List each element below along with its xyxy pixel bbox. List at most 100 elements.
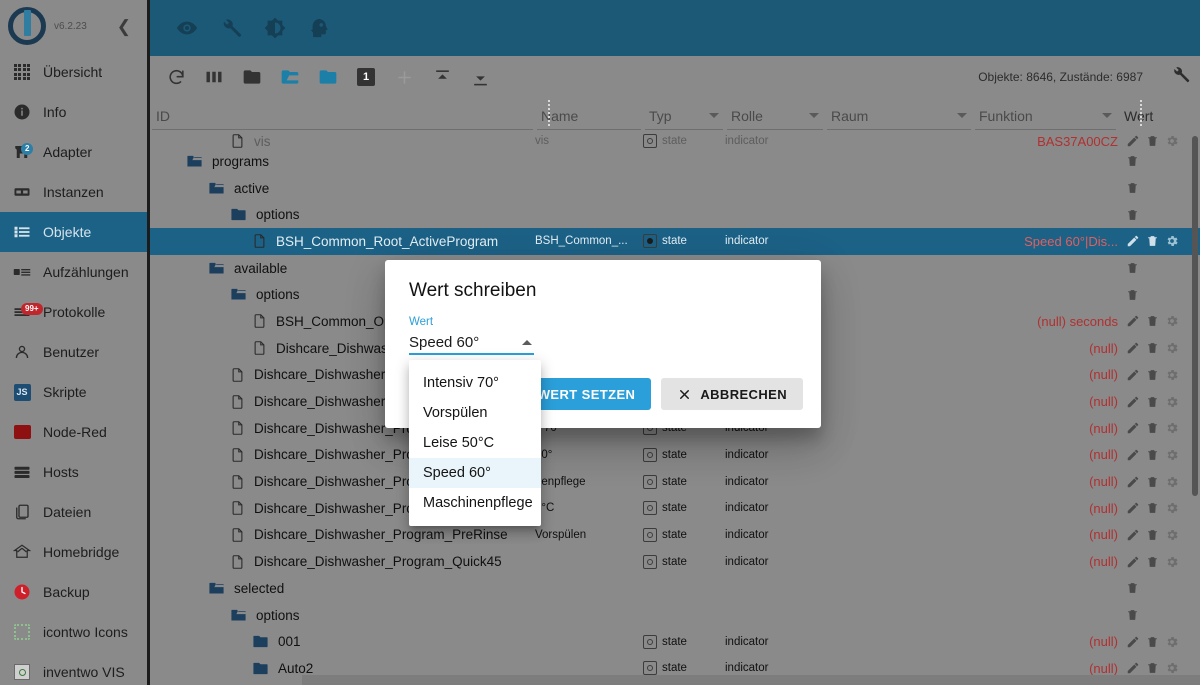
edit-icon[interactable] [1126,555,1140,569]
settings-icon[interactable] [1165,661,1179,675]
folder-closed-icon[interactable] [252,633,269,650]
settings-icon[interactable] [1165,134,1179,148]
table-row[interactable]: active [150,175,1200,202]
sidebar-item-protokolle[interactable]: 99+ Protokolle [0,292,147,332]
columns-icon[interactable] [202,65,226,89]
edit-icon[interactable] [1126,635,1140,649]
folder-closed-icon[interactable] [252,660,269,675]
settings-icon[interactable] [1165,234,1179,248]
column-separator[interactable] [1140,100,1142,126]
file-icon[interactable] [230,447,245,463]
delete-icon[interactable] [1126,181,1139,195]
chevron-down-icon[interactable] [709,113,719,118]
file-icon[interactable] [230,394,245,410]
edit-icon[interactable] [1126,341,1140,355]
edit-icon[interactable] [1126,448,1140,462]
sidebar-item-objekte[interactable]: Objekte [0,212,147,252]
sidebar-item-inventwo-vis[interactable]: inventwo VIS [0,652,147,685]
folder-open-icon[interactable] [230,607,247,624]
chevron-down-icon[interactable] [957,113,967,118]
file-icon[interactable] [230,554,245,570]
edit-icon[interactable] [1126,368,1140,382]
dropdown-option[interactable]: Speed 60° [409,458,541,488]
delete-icon[interactable] [1126,581,1139,595]
file-icon[interactable] [230,527,245,543]
column-header-wert[interactable]: Wert [1118,102,1188,130]
delete-icon[interactable] [1146,501,1159,515]
settings-icon[interactable] [1165,555,1179,569]
settings-icon[interactable] [1165,314,1179,328]
wrench-icon[interactable] [220,17,242,39]
sidebar-item-adapter[interactable]: 2 Adapter [0,132,147,172]
value-select[interactable]: Speed 60° [409,331,534,355]
edit-icon[interactable] [1126,314,1140,328]
horizontal-scrollbar[interactable] [302,675,1200,685]
expand-all-icon[interactable] [278,65,302,89]
delete-icon[interactable] [1146,448,1159,462]
file-icon[interactable] [230,134,245,148]
chevron-down-icon[interactable] [1102,113,1112,118]
file-icon[interactable] [252,313,267,329]
table-row[interactable]: options [150,201,1200,228]
export-icon[interactable] [468,65,492,89]
edit-icon[interactable] [1126,528,1140,542]
file-icon[interactable] [230,500,245,516]
settings-icon[interactable] [1165,475,1179,489]
column-header-typ[interactable]: Typ [643,102,725,130]
delete-icon[interactable] [1146,234,1159,248]
table-row[interactable]: vis vis state indicator BAS37A00CZ [150,134,1200,148]
delete-icon[interactable] [1126,608,1139,622]
column-header-id[interactable]: ID [150,102,535,130]
sidebar-item-skripte[interactable]: JS Skripte [0,372,147,412]
delete-icon[interactable] [1146,395,1159,409]
column-header-rolle[interactable]: Rolle [725,102,825,130]
settings-icon[interactable] [1165,635,1179,649]
import-icon[interactable] [430,65,454,89]
delete-icon[interactable] [1146,421,1159,435]
file-icon[interactable] [252,233,267,249]
sidebar-item-homebridge[interactable]: Homebridge [0,532,147,572]
sidebar-item-benutzer[interactable]: Benutzer [0,332,147,372]
table-settings-wrench-icon[interactable] [1171,65,1190,89]
settings-icon[interactable] [1165,421,1179,435]
cancel-button[interactable]: ABBRECHEN [661,378,803,410]
collapse-all-icon[interactable] [240,65,264,89]
delete-icon[interactable] [1146,528,1159,542]
delete-icon[interactable] [1146,341,1159,355]
eye-icon[interactable] [176,17,198,39]
edit-icon[interactable] [1126,501,1140,515]
file-icon[interactable] [230,474,245,490]
delete-icon[interactable] [1146,134,1159,148]
delete-icon[interactable] [1146,314,1159,328]
file-icon[interactable] [230,367,245,383]
sidebar-item-instanzen[interactable]: Instanzen [0,172,147,212]
folder-closed-icon[interactable] [230,206,247,223]
edit-icon[interactable] [1126,421,1140,435]
column-header-name[interactable]: Name [535,102,643,130]
delete-icon[interactable] [1146,368,1159,382]
folder-open-icon[interactable] [208,180,225,197]
edit-icon[interactable] [1126,395,1140,409]
column-separator[interactable] [548,100,550,126]
table-row[interactable]: Auto2 state indicator (null) [150,655,1200,675]
sidebar-item-dateien[interactable]: Dateien [0,492,147,532]
table-row[interactable]: 001 state indicator (null) [150,628,1200,655]
table-row[interactable]: Dishcare_Dishwasher_Pro 0°C state indicator… [150,495,1200,522]
column-header-funktion[interactable]: Funktion [973,102,1118,130]
sidebar-collapse-icon[interactable]: ❮ [117,18,131,35]
file-icon[interactable] [230,420,245,436]
edit-icon[interactable] [1126,134,1140,148]
settings-icon[interactable] [1165,501,1179,515]
sidebar-item-backup[interactable]: Backup [0,572,147,612]
dropdown-option[interactable]: Maschinenpflege [409,488,541,518]
table-row[interactable]: BSH_Common_Root_ActiveProgram BSH_Common_… [150,228,1200,255]
table-row[interactable]: Dishcare_Dishwasher_Pro 60° state indicator… [150,442,1200,469]
sidebar-item-info[interactable]: Info [0,92,147,132]
sidebar-item-icontwo-icons[interactable]: icontwo Icons [0,612,147,652]
delete-icon[interactable] [1146,475,1159,489]
table-row[interactable]: selected [150,575,1200,602]
delete-icon[interactable] [1126,261,1139,275]
add-icon[interactable] [392,65,416,89]
settings-icon[interactable] [1165,395,1179,409]
table-row[interactable]: Dishcare_Dishwasher_Pro nenpflege state ind… [150,468,1200,495]
